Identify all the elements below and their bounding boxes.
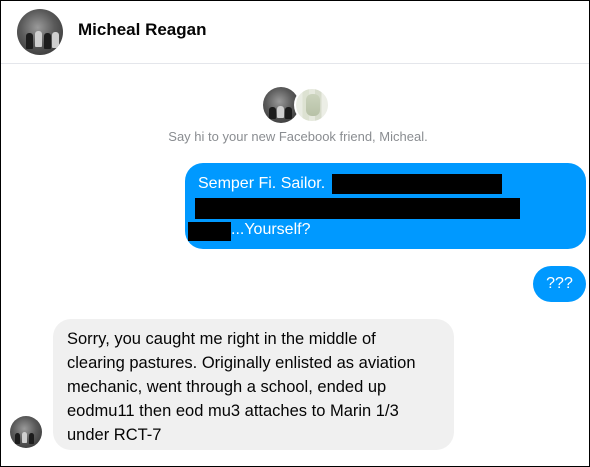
chat-window: Micheal Reagan Say hi to your new Facebo… <box>0 0 590 467</box>
received-message-line: Sorry, you caught me right in the middle… <box>67 330 376 348</box>
contact-name[interactable]: Micheal Reagan <box>78 20 207 40</box>
sent-message-line-1: Semper Fi. Sailor. <box>198 175 326 192</box>
redaction-bar <box>195 198 520 219</box>
redaction-bar <box>332 174 502 194</box>
received-message-line: mechanic, went through a school, ended u… <box>67 378 387 396</box>
received-message-line: under RCT-7 <box>67 426 162 444</box>
received-message-line: clearing pastures. Originally enlisted a… <box>67 354 416 372</box>
sent-message-line-3: ...Yourself? <box>231 221 311 238</box>
contact-avatar[interactable] <box>17 9 63 55</box>
sender-avatar[interactable] <box>10 416 42 448</box>
own-avatar-small <box>294 87 330 123</box>
received-message-line: eodmu11 then eod mu3 attaches to Marin 1… <box>67 402 399 420</box>
sent-message-bubble[interactable]: Semper Fi. Sailor. ...Yourself? <box>185 163 586 249</box>
received-message-bubble[interactable]: Sorry, you caught me right in the middle… <box>53 319 454 450</box>
conversation-header: Micheal Reagan <box>1 1 589 64</box>
sent-message-bubble-short[interactable]: ??? <box>533 266 586 302</box>
new-friend-avatars <box>263 87 335 125</box>
redaction-bar <box>188 222 231 241</box>
friend-intro-text: Say hi to your new Facebook friend, Mich… <box>168 129 428 144</box>
